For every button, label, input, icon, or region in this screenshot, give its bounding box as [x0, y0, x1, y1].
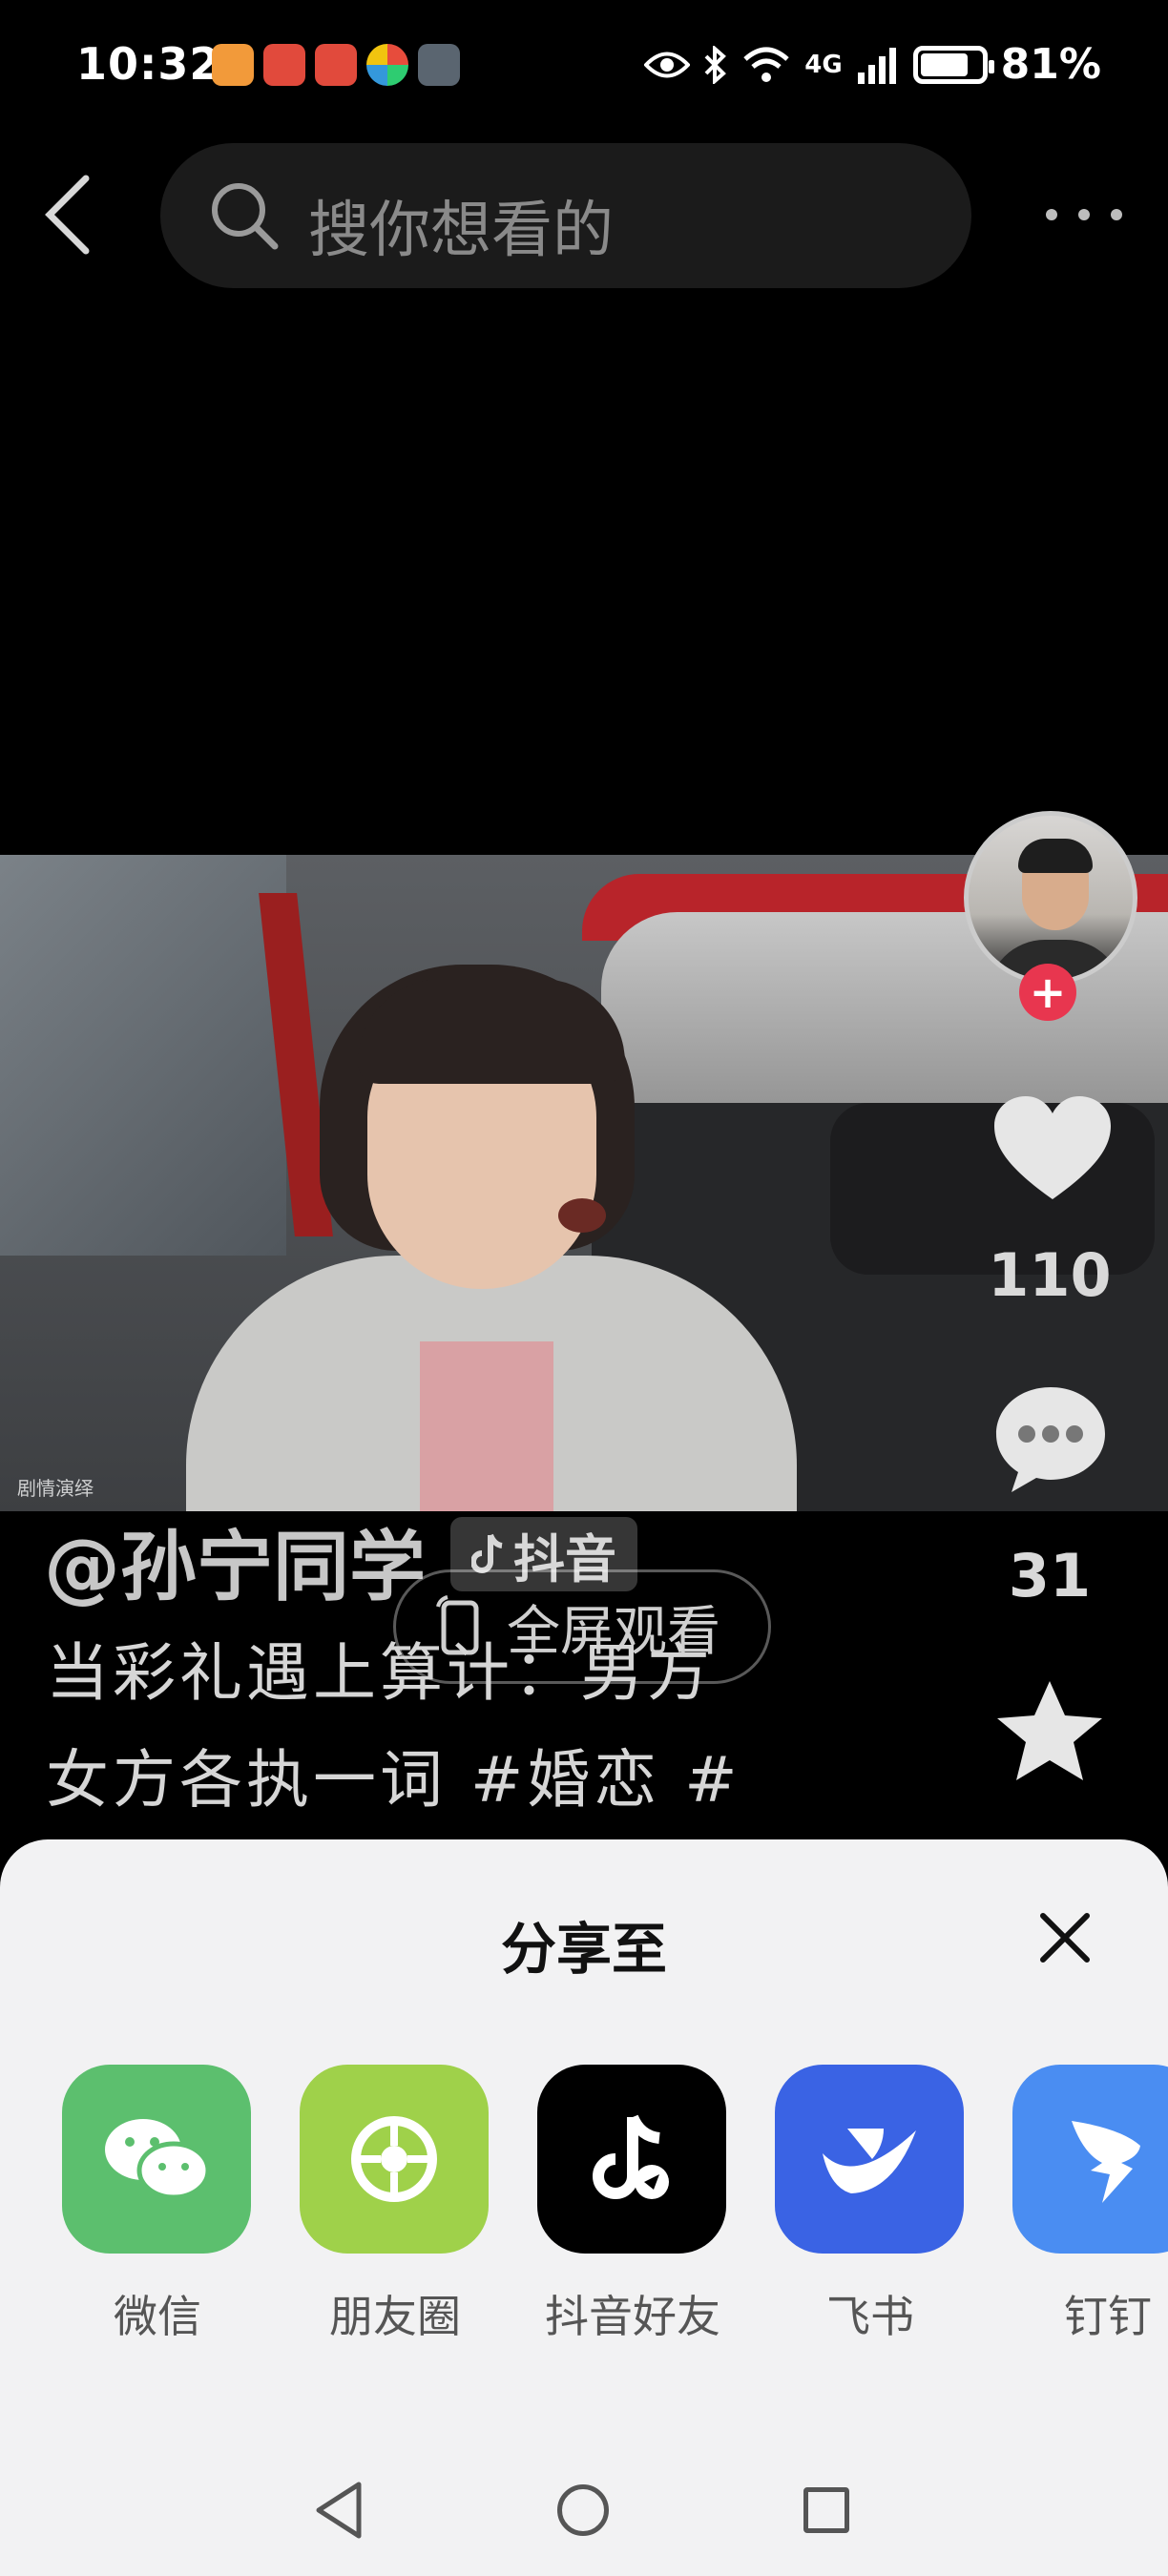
nav-home-icon[interactable] — [557, 2484, 609, 2536]
share-label: 钉钉 — [1064, 2291, 1152, 2342]
share-tile — [775, 2065, 964, 2254]
more-options-button[interactable] — [1046, 196, 1122, 234]
app-notification-icon — [418, 44, 460, 86]
app-notification-icon — [366, 44, 408, 86]
nav-back-icon[interactable] — [313, 2481, 365, 2540]
status-indicators: 4G 81% — [644, 40, 1101, 89]
app-notification-icon — [263, 44, 305, 86]
dingtalk-icon — [1072, 2121, 1140, 2203]
battery-icon — [912, 45, 994, 84]
search-icon — [212, 183, 279, 250]
share-target-moments[interactable]: 朋友圈 — [300, 2065, 490, 2345]
share-sheet: 分享至 微信 朋友圈 抖音好友 飞书 钉钉 — [0, 1839, 1168, 2576]
more-dots-icon — [1046, 209, 1057, 220]
wifi-icon — [743, 47, 789, 82]
video-watermark: 剧情演绎 — [17, 1477, 94, 1500]
share-tile — [300, 2065, 489, 2254]
share-label: 飞书 — [826, 2291, 914, 2342]
share-tile — [1012, 2065, 1168, 2254]
eye-icon — [644, 52, 691, 77]
moments-icon — [351, 2116, 437, 2202]
share-label: 抖音好友 — [545, 2291, 720, 2342]
signal-icon — [857, 47, 896, 84]
bluetooth-icon — [704, 45, 727, 84]
author-name[interactable]: @孙宁同学 — [44, 1506, 426, 1616]
comment-icon[interactable] — [991, 1381, 1111, 1496]
follow-button[interactable]: + — [1019, 964, 1076, 1021]
star-icon[interactable] — [992, 1677, 1107, 1786]
app-notification-icon — [315, 44, 357, 86]
share-target-wechat[interactable]: 微信 — [62, 2065, 253, 2345]
feishu-icon — [823, 2129, 916, 2193]
search-placeholder: 搜你想看的 — [308, 196, 614, 266]
search-bar[interactable]: 搜你想看的 — [160, 143, 971, 288]
share-target-dingtalk[interactable]: 钉钉 — [1012, 2065, 1168, 2345]
video-description-line-2: 女方各执一词 #婚恋 # — [46, 1743, 741, 1817]
status-bar: 10:32 4G 81% — [0, 0, 1168, 134]
share-sheet-title: 分享至 — [500, 1917, 667, 1982]
share-target-douyin-friend[interactable]: 抖音好友 — [537, 2065, 728, 2345]
share-label: 微信 — [114, 2291, 201, 2342]
douyin-icon — [593, 2114, 669, 2199]
chevron-left-icon — [45, 175, 90, 255]
author-avatar[interactable] — [964, 811, 1137, 985]
comment-count: 31 — [1008, 1541, 1092, 1610]
heart-icon[interactable] — [991, 1092, 1115, 1207]
network-type: 4G — [804, 50, 843, 79]
close-icon[interactable] — [1035, 1908, 1095, 1967]
battery-percent: 81% — [1000, 40, 1101, 89]
wechat-icon — [105, 2119, 211, 2200]
video-description-line-1: 当彩礼遇上算计：男方 — [46, 1636, 714, 1710]
share-target-feishu[interactable]: 飞书 — [775, 2065, 966, 2345]
share-tile — [62, 2065, 251, 2254]
notification-icons — [212, 44, 460, 86]
like-count: 110 — [988, 1240, 1112, 1310]
share-tile — [537, 2065, 726, 2254]
app-notification-icon — [212, 44, 254, 86]
status-time: 10:32 — [76, 38, 221, 90]
back-button[interactable] — [34, 172, 101, 258]
share-label: 朋友圈 — [329, 2291, 461, 2342]
nav-recents-icon[interactable] — [803, 2487, 849, 2533]
